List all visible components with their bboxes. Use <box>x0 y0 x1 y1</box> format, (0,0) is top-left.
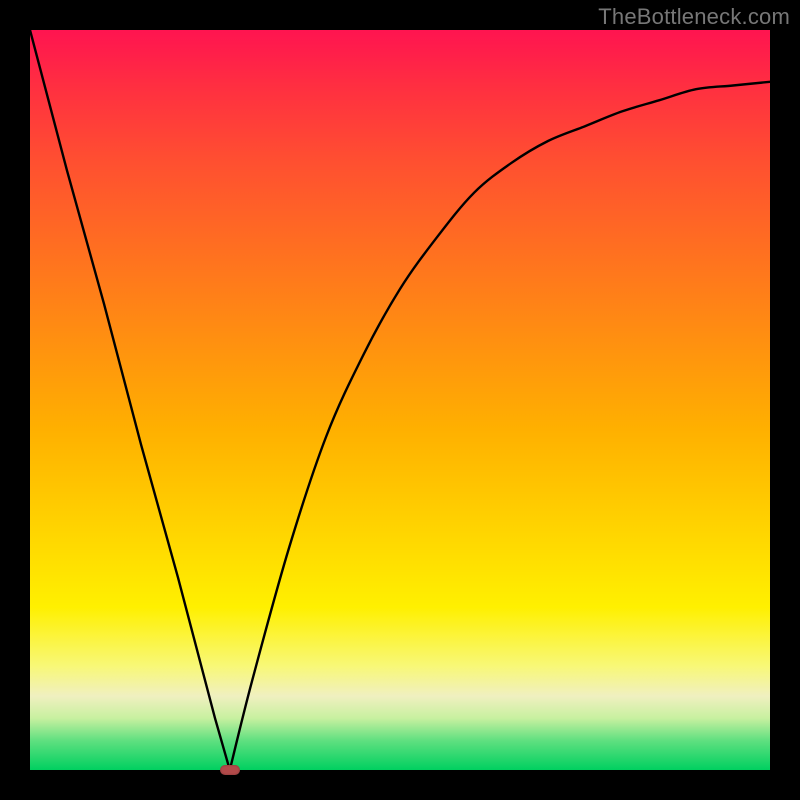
bottleneck-curve <box>30 30 770 770</box>
minimum-marker <box>220 765 240 775</box>
chart-frame: TheBottleneck.com <box>0 0 800 800</box>
plot-area <box>30 30 770 770</box>
curve-path <box>30 30 770 770</box>
watermark-text: TheBottleneck.com <box>598 4 790 30</box>
